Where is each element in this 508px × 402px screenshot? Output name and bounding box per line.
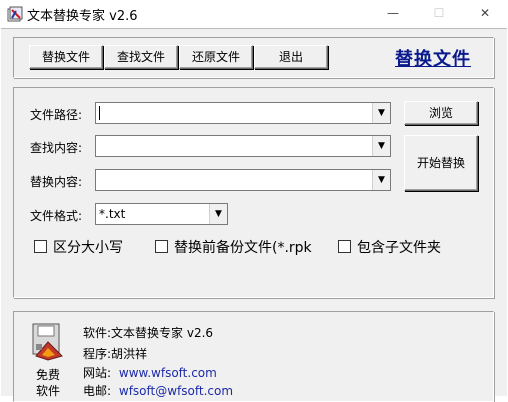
author-info: 程序:胡洪祥	[83, 347, 148, 361]
chevron-down-icon[interactable]: ▼	[209, 204, 227, 224]
software-info: 软件:文本替换专家 v2.6	[83, 326, 214, 340]
case-sensitive-checkbox[interactable]: 区分大小写	[34, 237, 123, 257]
maximize-button[interactable]: ☐	[416, 0, 462, 27]
backup-label: 替换前备份文件(*.rpk	[174, 240, 312, 256]
restore-files-button[interactable]: 还原文件	[179, 45, 253, 69]
website-label: 网站:	[83, 366, 112, 380]
chevron-down-icon[interactable]: ▼	[372, 103, 390, 123]
subfolders-checkbox[interactable]: 包含子文件夹	[338, 237, 441, 257]
find-label: 查找内容:	[30, 141, 83, 155]
checkbox-box[interactable]	[338, 240, 351, 253]
backup-checkbox[interactable]: 替换前备份文件(*.rpk	[155, 237, 312, 257]
close-button[interactable]: ✕	[462, 0, 508, 27]
checkbox-box[interactable]	[34, 240, 47, 253]
free-label-2: 软件	[36, 384, 61, 398]
website-row: 网站: www.wfsoft.com	[83, 364, 217, 381]
main-window: 替换文件 查找文件 还原文件 退出 替换文件 文件路径: ▼ 查找内容: ▼ 替…	[1, 28, 507, 402]
minimize-button[interactable]: —	[370, 0, 416, 27]
chevron-down-icon[interactable]: ▼	[372, 136, 390, 156]
toolbar-panel: 替换文件 查找文件 还原文件 退出 替换文件	[13, 37, 494, 78]
browse-button[interactable]: 浏览	[404, 101, 478, 125]
free-label-1: 免费	[36, 368, 61, 382]
app-icon	[7, 6, 23, 22]
replace-combo[interactable]: ▼	[95, 169, 391, 191]
subfolders-label: 包含子文件夹	[357, 240, 441, 256]
text-caret	[99, 106, 100, 120]
find-files-button[interactable]: 查找文件	[104, 45, 178, 69]
title-bar: 文本替换专家 v2.6 — ☐ ✕	[0, 0, 508, 27]
path-label: 文件路径:	[30, 108, 83, 122]
path-combo[interactable]: ▼	[95, 102, 391, 124]
about-panel: 免费 软件 软件:文本替换专家 v2.6 程序:胡洪祥 网站: www.wfso…	[13, 311, 494, 402]
format-value: *.txt	[99, 207, 126, 221]
replace-label: 替换内容:	[30, 175, 83, 189]
find-combo[interactable]: ▼	[95, 135, 391, 157]
page-title: 替换文件	[395, 49, 471, 70]
format-combo[interactable]: *.txt ▼	[95, 203, 228, 225]
email-row: 电邮: wfsoft@wfsoft.com	[83, 382, 233, 399]
exit-button[interactable]: 退出	[254, 45, 328, 69]
website-link[interactable]: www.wfsoft.com	[119, 366, 217, 380]
replace-form-panel: 文件路径: ▼ 查找内容: ▼ 替换内容: ▼ 文件格式: *.txt ▼ 浏览…	[13, 87, 494, 298]
chevron-down-icon[interactable]: ▼	[372, 170, 390, 190]
start-replace-button[interactable]: 开始替换	[404, 135, 478, 191]
checkbox-box[interactable]	[155, 240, 168, 253]
format-label: 文件格式:	[30, 209, 83, 223]
disk-icon	[32, 323, 63, 361]
window-title: 文本替换专家 v2.6	[27, 9, 138, 24]
case-sensitive-label: 区分大小写	[53, 240, 123, 256]
replace-files-button[interactable]: 替换文件	[29, 45, 103, 69]
